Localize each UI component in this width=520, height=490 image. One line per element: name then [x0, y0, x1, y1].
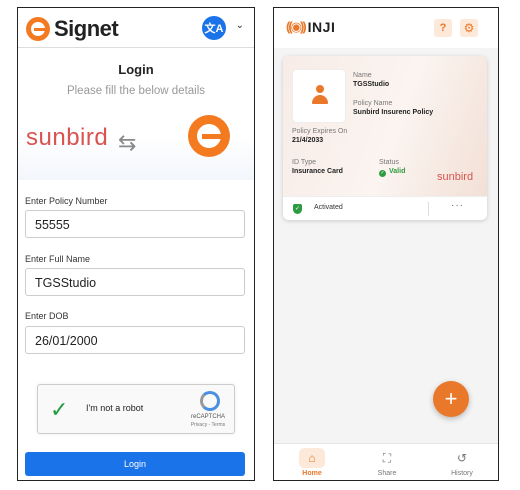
- bottom-nav: ⌂ Home ⛶ Share ↺ History: [274, 443, 498, 480]
- recaptcha-widget: ✓ I'm not a robot reCAPTCHA Privacy - Te…: [37, 384, 235, 434]
- nav-home-label: Home: [302, 470, 322, 477]
- history-icon: ↺: [456, 451, 468, 465]
- photo-box: [292, 69, 346, 123]
- status-value: Valid: [389, 168, 406, 175]
- login-button[interactable]: Login: [25, 452, 245, 476]
- person-icon: [312, 83, 328, 109]
- credential-card[interactable]: Name TGSStudio Policy Name Sunbird Insur…: [283, 56, 487, 220]
- nav-history[interactable]: ↺ History: [437, 448, 487, 477]
- chevron-down-icon[interactable]: ⌄: [236, 20, 244, 31]
- issuer-logo: sunbird: [437, 171, 474, 183]
- inji-logo: ((◉)) INJI: [286, 19, 335, 35]
- translate-icon[interactable]: 文A: [202, 16, 226, 40]
- policy-name-label: Policy Name: [353, 100, 393, 107]
- recaptcha-icon: [200, 391, 220, 411]
- expires-label: Policy Expires On: [292, 128, 348, 135]
- name-label: Name: [353, 72, 372, 79]
- login-title: Login: [118, 62, 154, 77]
- signet-header: Signet 文A ⌄: [18, 8, 254, 48]
- activated-label: Activated: [314, 204, 343, 211]
- help-icon[interactable]: ?: [434, 19, 452, 37]
- divider: [428, 202, 429, 216]
- swap-icon: ⇆: [118, 130, 137, 155]
- card-details: Name TGSStudio Policy Name Sunbird Insur…: [283, 56, 487, 196]
- full-name-label: Enter Full Name: [25, 254, 91, 264]
- captcha-brand: reCAPTCHA: [190, 414, 225, 420]
- signet-logo: Signet: [26, 16, 119, 42]
- inji-header: ((◉)) INJI ? ⚙: [274, 8, 498, 48]
- add-credential-button[interactable]: +: [433, 381, 469, 417]
- full-name-input[interactable]: TGSStudio: [25, 268, 245, 296]
- more-options-icon[interactable]: ···: [451, 200, 464, 211]
- nav-home[interactable]: ⌂ Home: [287, 448, 337, 477]
- captcha-links[interactable]: Privacy - Terms: [188, 422, 228, 428]
- check-icon: ✓: [379, 170, 386, 177]
- nav-share[interactable]: ⛶ Share: [362, 448, 412, 478]
- status-badge: ✓ Valid: [379, 168, 405, 177]
- shield-check-icon: ✓: [293, 204, 302, 214]
- id-type-label: ID Type: [292, 159, 316, 166]
- nav-share-label: Share: [377, 470, 397, 477]
- inji-waves-icon: ((◉)): [286, 19, 307, 34]
- dob-input[interactable]: 26/01/2000: [25, 326, 245, 354]
- signet-logo-icon: [26, 17, 50, 41]
- captcha-label: I'm not a robot: [86, 403, 144, 413]
- status-label: Status: [379, 159, 399, 166]
- login-subtitle: Please fill the below details: [66, 85, 206, 97]
- nav-history-label: History: [451, 470, 473, 477]
- signet-screen: Signet 文A ⌄ Login Please fill the below …: [17, 7, 255, 481]
- policy-name-value: Sunbird Insurenc Policy: [353, 109, 434, 116]
- gear-icon[interactable]: ⚙: [460, 19, 478, 37]
- inji-screen: ((◉)) INJI ? ⚙ Name TGSStudio Policy Nam…: [273, 7, 499, 481]
- policy-number-input[interactable]: 55555: [25, 210, 245, 238]
- signet-brand-name: Signet: [54, 16, 119, 41]
- scan-icon: ⛶: [382, 450, 392, 465]
- id-type-value: Insurance Card: [292, 168, 343, 175]
- dob-label: Enter DOB: [25, 311, 69, 321]
- policy-number-label: Enter Policy Number: [25, 196, 108, 206]
- signet-e-logo: [188, 115, 230, 157]
- expires-value: 21/4/2033: [292, 137, 324, 144]
- home-icon: ⌂: [299, 448, 325, 468]
- name-value: TGSStudio: [353, 81, 390, 88]
- card-footer: ✓ Activated ···: [283, 196, 487, 220]
- sunbird-logo: sunbird: [26, 124, 109, 151]
- captcha-checkbox[interactable]: ✓: [50, 397, 68, 423]
- inji-brand-name: INJI: [307, 19, 336, 35]
- brand-row: sunbird ⇆: [18, 108, 254, 180]
